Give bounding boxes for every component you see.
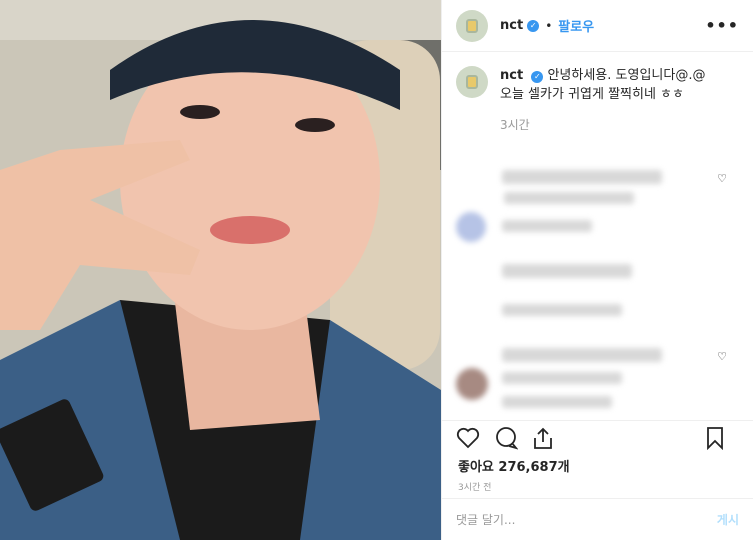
post-timestamp: 3시간 전 — [458, 483, 492, 493]
logo-icon — [466, 18, 478, 33]
header-username[interactable]: nct — [500, 18, 523, 33]
blurred-comment — [504, 192, 634, 204]
verified-badge-icon: ✓ — [531, 70, 544, 83]
heart-icon[interactable] — [456, 427, 480, 449]
comment-like-icon[interactable]: ♡ — [717, 350, 727, 363]
caption-avatar[interactable] — [456, 66, 488, 98]
comment-input[interactable]: 댓글 달기... — [456, 511, 515, 528]
blurred-avatar — [456, 212, 486, 242]
blurred-comment — [502, 170, 662, 184]
blurred-comment — [502, 264, 632, 278]
verified-badge-icon: ✓ — [527, 19, 540, 32]
comment-input-bar: 댓글 달기... 게시 — [442, 498, 753, 540]
action-bar — [442, 420, 753, 454]
share-icon[interactable] — [532, 426, 554, 450]
logo-icon — [466, 75, 478, 89]
comments-list[interactable]: ♡ ♡ — [442, 164, 753, 414]
follow-button[interactable]: 팔로우 — [558, 16, 594, 35]
separator: • — [545, 18, 553, 33]
likes-label: 좋아요 — [458, 460, 494, 475]
selfie-illustration — [0, 0, 441, 540]
blurred-comment — [502, 220, 592, 232]
instagram-post: nct ✓ • 팔로우 ••• nct ✓ 안녕하세용. 도영입니다@.@ 오늘… — [0, 0, 753, 540]
blurred-comment — [502, 372, 622, 384]
caption-line-2: 오늘 셀카가 귀엽게 짤찍히네 ㅎㅎ — [500, 87, 684, 102]
blurred-comment — [502, 304, 622, 316]
bookmark-icon[interactable] — [705, 426, 725, 450]
post-comment-button[interactable]: 게시 — [717, 511, 739, 528]
blurred-comment — [502, 348, 662, 362]
comment-like-icon[interactable]: ♡ — [717, 172, 727, 185]
caption-time: 3시간 — [500, 118, 530, 132]
likes-count[interactable]: 좋아요 276,687개 — [458, 456, 570, 475]
post-header: nct ✓ • 팔로우 ••• — [442, 0, 753, 52]
blurred-comment — [502, 396, 612, 408]
caption: nct ✓ 안녕하세용. 도영입니다@.@ 오늘 셀카가 귀엽게 짤찍히네 ㅎㅎ… — [442, 52, 753, 135]
blurred-avatar — [456, 368, 488, 400]
post-sidebar: nct ✓ • 팔로우 ••• nct ✓ 안녕하세용. 도영입니다@.@ 오늘… — [441, 0, 753, 540]
comment-icon[interactable] — [494, 426, 518, 450]
avatar[interactable] — [456, 9, 488, 42]
caption-line-1: 안녕하세용. 도영입니다@.@ — [547, 68, 706, 83]
post-photo[interactable] — [0, 0, 441, 540]
caption-username[interactable]: nct — [500, 68, 523, 83]
more-options-icon[interactable]: ••• — [705, 16, 739, 35]
likes-number: 276,687개 — [498, 460, 570, 475]
